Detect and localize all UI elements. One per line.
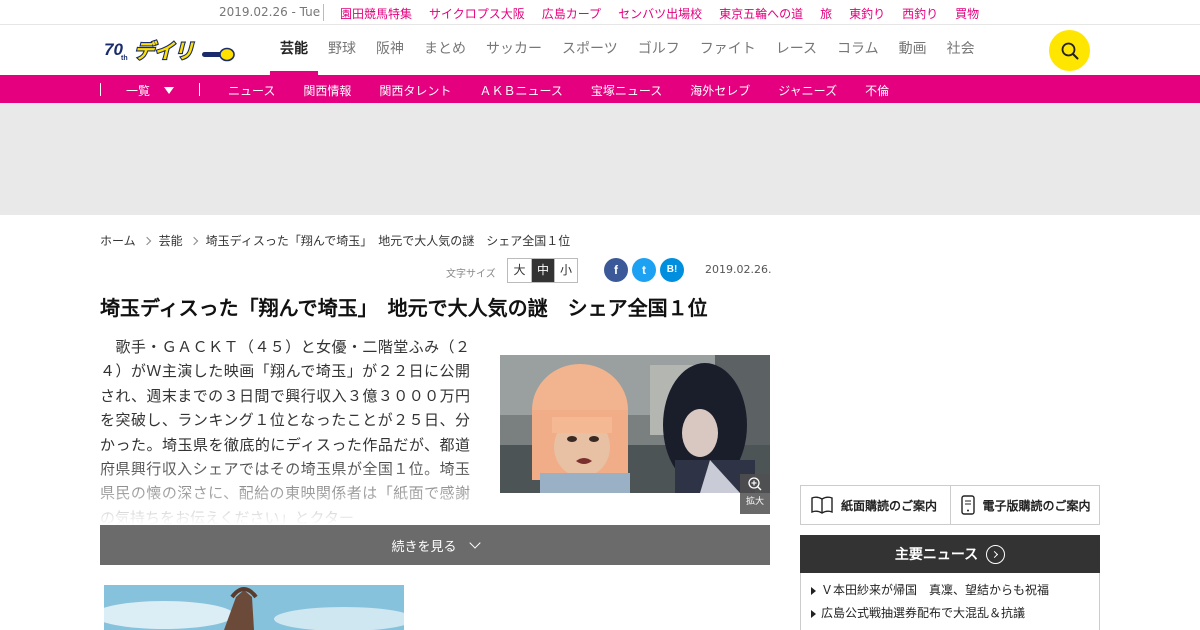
nav-tab-video[interactable]: 動画 (889, 25, 937, 75)
font-size-label: 文字サイズ (446, 269, 496, 280)
search-button[interactable] (1049, 30, 1090, 71)
open-book-icon (811, 496, 833, 514)
featured-link[interactable]: 西釣り (902, 5, 938, 22)
article-photo[interactable] (500, 355, 770, 493)
nav-tab-golf[interactable]: ゴルフ (628, 25, 690, 75)
featured-link[interactable]: サイクロプス大阪 (429, 5, 525, 22)
featured-link[interactable]: 東釣り (849, 5, 885, 22)
text-fade-overlay (100, 455, 470, 525)
related-article-image[interactable] (104, 585, 404, 630)
zoom-label: 拡大 (745, 497, 764, 507)
nav-tab-column[interactable]: コラム (827, 25, 889, 75)
major-news-list: Ｖ本田紗来が帰国 真凜、望結からも祝福 広島公式戦抽選券配布で大混乱＆抗議 (800, 573, 1100, 630)
sub-nav-item[interactable]: ジャニーズ (778, 82, 837, 99)
top-strip: 2019.02.26 - Tue 園田競馬特集 サイクロプス大阪 広島カープ セ… (0, 0, 1200, 25)
site-logo[interactable]: 70 th デイリ (104, 36, 236, 64)
divider (100, 83, 101, 96)
chevron-down-icon (468, 536, 481, 549)
nav-tab-soccer[interactable]: サッカー (476, 25, 552, 75)
sub-nav-item[interactable]: 海外セレブ (690, 82, 750, 99)
ad-banner-area (0, 103, 1200, 215)
hatena-bookmark-icon[interactable]: B! (660, 258, 684, 282)
zoom-in-icon (748, 477, 762, 491)
digital-subscription-label: 電子版購読のご案内 (982, 498, 1091, 513)
subscription-links: 紙面購読のご案内 電子版購読のご案内 (800, 485, 1100, 525)
article-headline: 埼玉ディスった「翔んで埼玉」 地元で大人気の謎 シェア全国１位 (100, 296, 708, 320)
read-more-label: 続きを見る (391, 539, 457, 555)
sub-nav-items: ニュース 関西情報 関西タレント ＡＫＢニュース 宝塚ニュース 海外セレブ ジャ… (228, 82, 889, 99)
news-item[interactable]: Ｖ本田紗来が帰国 真凜、望結からも祝福 (811, 579, 1099, 602)
movie-still-image (500, 355, 770, 493)
daily-logo-icon: 70 th デイリ (104, 38, 235, 64)
all-list-dropdown[interactable]: 一覧 (126, 82, 175, 99)
featured-link[interactable]: 東京五輪への道 (719, 5, 803, 22)
divider (323, 4, 324, 21)
nav-tab-entertainment[interactable]: 芸能 (270, 25, 318, 75)
featured-link[interactable]: 旅 (820, 5, 832, 22)
breadcrumb-home[interactable]: ホーム (100, 232, 136, 249)
font-size-small-button[interactable]: 小 (554, 259, 577, 282)
chevron-right-icon (189, 236, 198, 245)
svg-text:デイリ: デイリ (134, 39, 194, 63)
sub-nav-item[interactable]: 宝塚ニュース (591, 82, 662, 99)
chevron-right-icon (142, 236, 151, 245)
featured-link[interactable]: 園田競馬特集 (340, 5, 412, 22)
sub-nav-item[interactable]: 関西タレント (379, 82, 451, 99)
bullet-triangle-icon (811, 586, 816, 595)
tablet-icon (960, 495, 975, 515)
zoom-button[interactable]: 拡大 (740, 474, 770, 514)
breadcrumb-category[interactable]: 芸能 (159, 232, 183, 249)
featured-links: 園田競馬特集 サイクロプス大阪 広島カープ センバツ出場校 東京五輪への道 旅 … (340, 5, 979, 22)
nav-tab-fight[interactable]: ファイト (690, 25, 766, 75)
nav-tab-race[interactable]: レース (766, 25, 827, 75)
facebook-share-icon[interactable]: f (604, 258, 628, 282)
font-size-large-button[interactable]: 大 (508, 259, 531, 282)
sub-nav-item[interactable]: ニュース (228, 82, 275, 99)
related-photo (104, 585, 404, 630)
sub-nav-item[interactable]: 不倫 (865, 82, 889, 99)
current-date: 2019.02.26 - Tue (219, 5, 321, 19)
sub-nav-item[interactable]: 関西情報 (303, 82, 351, 99)
sub-nav: 一覧 ニュース 関西情報 関西タレント ＡＫＢニュース 宝塚ニュース 海外セレブ… (0, 75, 1200, 103)
nav-tab-matome[interactable]: まとめ (414, 25, 476, 75)
bullet-triangle-icon (811, 609, 816, 618)
nav-tab-hanshin[interactable]: 阪神 (366, 25, 414, 75)
print-subscription-label: 紙面購読のご案内 (841, 498, 938, 513)
major-news-header[interactable]: 主要ニュース (800, 535, 1100, 573)
print-subscription-button[interactable]: 紙面購読のご案内 (801, 486, 950, 524)
news-item-title: Ｖ本田紗来が帰国 真凜、望結からも祝福 (821, 583, 1050, 597)
publish-date: 2019.02.26. (705, 263, 772, 276)
read-more-button[interactable]: 続きを見る (100, 525, 770, 565)
font-size-switcher: 大 中 小 (507, 258, 578, 283)
digital-subscription-button[interactable]: 電子版購読のご案内 (949, 486, 1100, 524)
twitter-share-icon[interactable]: t (632, 258, 656, 282)
nav-tab-sports[interactable]: スポーツ (552, 25, 628, 75)
divider (199, 83, 200, 96)
nav-tab-society[interactable]: 社会 (937, 25, 985, 75)
search-icon (1061, 42, 1078, 59)
article-body: 歌手・ＧＡＣＫＴ（４５）と女優・二階堂ふみ（２４）がＷ主演した映画「翔んで埼玉」… (100, 335, 470, 525)
font-size-medium-button[interactable]: 中 (531, 259, 554, 282)
caret-down-icon (164, 87, 175, 94)
featured-link[interactable]: 買物 (955, 5, 979, 22)
svg-text:th: th (121, 55, 128, 62)
site-header: 70 th デイリ 芸能 野球 阪神 まとめ サッカー スポーツ ゴルフ ファイ… (0, 25, 1200, 75)
featured-link[interactable]: センバツ出場校 (618, 5, 702, 22)
main-nav: 芸能 野球 阪神 まとめ サッカー スポーツ ゴルフ ファイト レース コラム … (270, 25, 985, 75)
sub-nav-item[interactable]: ＡＫＢニュース (479, 82, 562, 99)
major-news-title: 主要ニュース (894, 547, 979, 563)
all-list-label: 一覧 (126, 84, 151, 98)
share-buttons: f t B! (604, 258, 684, 282)
news-item-title: 広島公式戦抽選券配布で大混乱＆抗議 (821, 606, 1026, 620)
circle-arrow-right-icon (986, 544, 1006, 564)
breadcrumb-current: 埼玉ディスった「翔んで埼玉」 地元で大人気の謎 シェア全国１位 (205, 234, 571, 248)
breadcrumb: ホーム 芸能 埼玉ディスった「翔んで埼玉」 地元で大人気の謎 シェア全国１位 (100, 232, 570, 249)
news-item[interactable]: 広島公式戦抽選券配布で大混乱＆抗議 (811, 602, 1099, 625)
nav-tab-baseball[interactable]: 野球 (318, 25, 366, 75)
featured-link[interactable]: 広島カープ (542, 5, 601, 22)
